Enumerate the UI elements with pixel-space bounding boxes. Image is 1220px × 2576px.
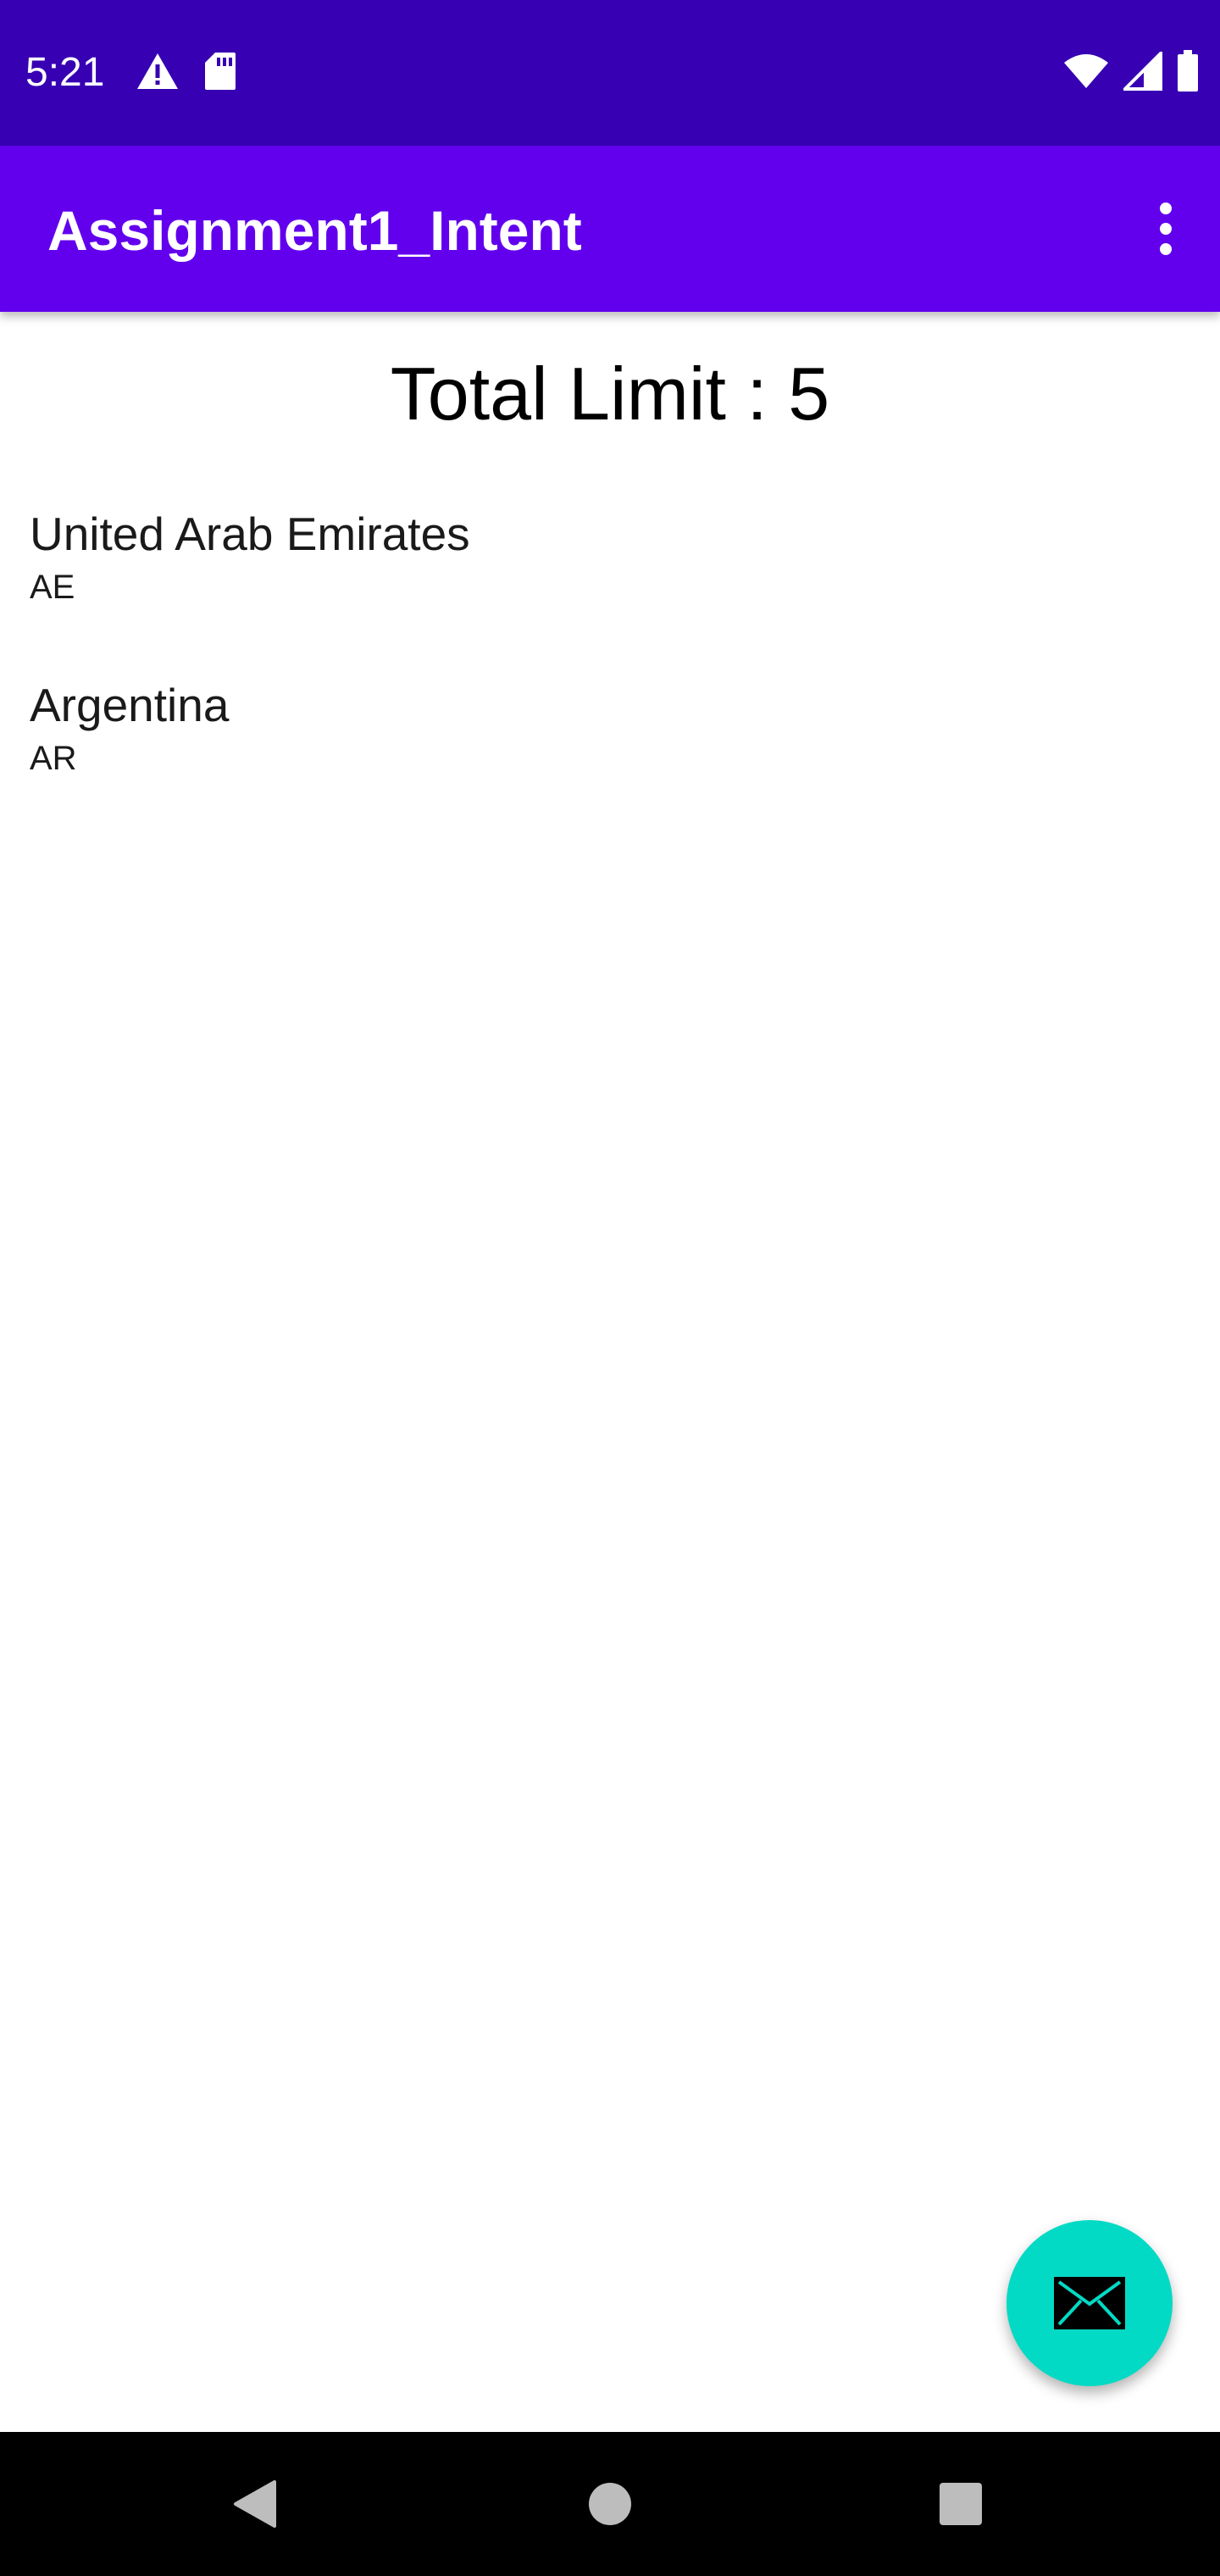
list-item[interactable]: Argentina AR	[0, 671, 1220, 842]
country-code: AE	[30, 569, 75, 606]
country-list: United Arab Emirates AE Argentina AR	[0, 500, 1220, 842]
status-left-icons	[136, 51, 237, 95]
warning-icon	[136, 52, 180, 95]
battery-icon	[1176, 49, 1200, 97]
back-button[interactable]	[203, 2453, 305, 2555]
wifi-icon	[1062, 53, 1110, 94]
cell-signal-icon	[1121, 48, 1162, 95]
screen: 5:21 Assignment1_Intent Total Limit: 5 …	[0, 0, 1220, 2576]
list-item[interactable]: United Arab Emirates AE	[0, 500, 1220, 671]
total-limit-label: Total Limit : 5	[390, 352, 830, 436]
app-bar: Assignment1_Intent	[0, 146, 1220, 312]
recents-icon	[940, 2483, 982, 2525]
status-right-icons	[1062, 48, 1200, 97]
home-icon	[589, 2483, 631, 2525]
recents-button[interactable]	[910, 2453, 1012, 2555]
country-name: Argentina	[30, 679, 230, 731]
navigation-bar	[0, 2432, 1220, 2576]
country-code: AR	[30, 740, 77, 777]
mail-icon	[1054, 2277, 1125, 2329]
more-vert-icon	[1160, 203, 1172, 255]
overflow-menu-button[interactable]	[1142, 185, 1190, 273]
country-name: United Arab Emirates	[30, 508, 470, 560]
back-icon	[234, 2480, 276, 2528]
app-title: Assignment1_Intent	[47, 199, 582, 262]
status-bar: 5:21	[0, 0, 1220, 146]
home-button[interactable]	[559, 2453, 661, 2555]
email-fab[interactable]	[1006, 2220, 1173, 2386]
status-time: 5:21	[25, 50, 105, 95]
sd-card-icon	[203, 51, 237, 96]
